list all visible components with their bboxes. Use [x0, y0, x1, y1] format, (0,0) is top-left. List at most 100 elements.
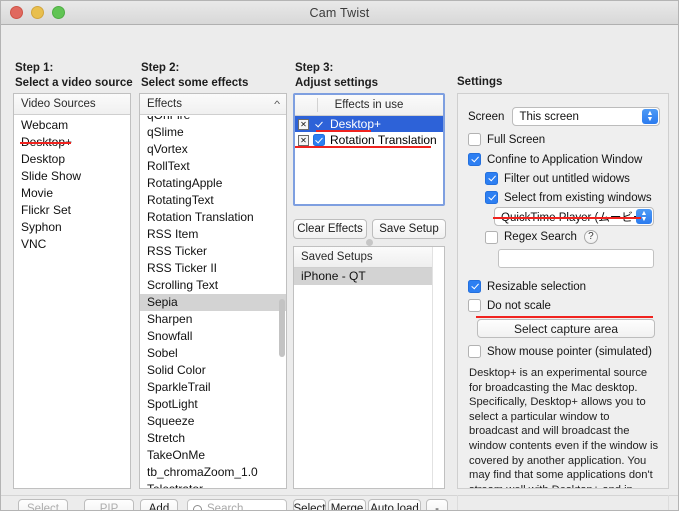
list-item[interactable]: RotatingText [140, 192, 286, 209]
saved-setups-list[interactable]: iPhone - QT [294, 268, 444, 285]
show-mouse-pointer-checkbox[interactable] [468, 345, 481, 358]
video-sources-list[interactable]: WebcamDesktop+DesktopSlide ShowMovieFlic… [14, 115, 130, 253]
list-item-label: qVortex [147, 142, 188, 156]
show-mouse-pointer-row[interactable]: Show mouse pointer (simulated) [468, 345, 652, 358]
list-item-label: SparkleTrail [147, 380, 211, 394]
list-item[interactable]: Stretch [140, 430, 286, 447]
list-item[interactable]: Syphon [14, 219, 130, 236]
confine-to-window-row[interactable]: Confine to Application Window [468, 153, 642, 166]
list-item[interactable]: qOnFire [140, 116, 286, 124]
select-capture-area-label: Select capture area [513, 321, 619, 336]
list-item[interactable]: tb_chromaZoom_1.0 [140, 464, 286, 481]
list-item[interactable]: RotatingApple [140, 175, 286, 192]
search-input[interactable]: Search [207, 503, 243, 510]
add-effect-button[interactable]: Add [140, 499, 178, 510]
list-item-label: Scrolling Text [147, 278, 219, 292]
list-item[interactable]: Squeeze [140, 413, 286, 430]
full-screen-row[interactable]: Full Screen [468, 133, 545, 146]
remove-effect-icon[interactable]: ✕ [298, 118, 309, 130]
list-item[interactable]: RSS Item [140, 226, 286, 243]
do-not-scale-checkbox[interactable] [468, 299, 481, 312]
list-item-label: Stretch [147, 431, 186, 445]
save-setup-label: Save Setup [379, 223, 439, 235]
list-item-label: TakeOnMe [147, 448, 206, 462]
list-item-label: Solid Color [147, 363, 206, 377]
regex-search-input[interactable] [498, 249, 654, 268]
rotation-translation-row-underline [295, 146, 431, 148]
do-not-scale-row[interactable]: Do not scale [468, 299, 551, 312]
list-item[interactable]: Sobel [140, 345, 286, 362]
resizable-selection-checkbox[interactable] [468, 280, 481, 293]
merge-button[interactable]: Merge [328, 499, 366, 510]
select-existing-row[interactable]: Select from existing windows [485, 191, 652, 204]
list-item[interactable]: SpotLight [140, 396, 286, 413]
splitter-handle[interactable] [366, 239, 373, 246]
list-item[interactable]: RSS Ticker [140, 243, 286, 260]
help-icon[interactable]: ? [583, 230, 598, 244]
saved-setups-scroll-gutter[interactable] [432, 247, 444, 488]
effect-enabled-checkbox[interactable] [313, 134, 325, 146]
list-item[interactable]: Snowfall [140, 328, 286, 345]
regex-search-row[interactable]: Regex Search ? [485, 230, 598, 244]
screen-select[interactable]: This screen ▲ ▼ [512, 107, 660, 126]
screen-select-value: This screen [519, 110, 579, 123]
search-field[interactable]: Search [187, 499, 287, 510]
filter-untitled-row[interactable]: Filter out untitled widows [485, 172, 630, 185]
list-item[interactable]: SparkleTrail [140, 379, 286, 396]
list-item[interactable]: Slide Show [14, 168, 130, 185]
save-setup-button[interactable]: Save Setup [372, 219, 446, 239]
list-item[interactable]: Desktop [14, 151, 130, 168]
regex-search-checkbox[interactable] [485, 230, 498, 244]
list-item[interactable]: Movie [14, 185, 130, 202]
auto-load-button[interactable]: Auto load [368, 499, 421, 510]
effects-in-use-list[interactable]: ✕ Desktop+ ✕ Rotation Translation [295, 116, 443, 148]
list-item[interactable]: Sepia [140, 294, 286, 311]
list-item[interactable]: Rotation Translation [140, 209, 286, 226]
effects-scroll-area[interactable]: qOnFire qSlime qVortex RollText RotatingAppl… [140, 116, 286, 488]
effects-scrollbar-thumb[interactable] [279, 299, 285, 357]
step-3-label: Step 3: Adjust settings [295, 62, 379, 89]
pip-label: PIP [99, 503, 119, 511]
list-item-label: qOnFire [147, 116, 190, 122]
clear-effects-button[interactable]: Clear Effects [293, 219, 367, 239]
list-item-label: VNC [21, 237, 47, 251]
resizable-selection-row[interactable]: Resizable selection [468, 280, 586, 293]
effect-in-use-label: Rotation Translation [330, 133, 437, 147]
select-setup-button[interactable]: Select [293, 499, 326, 510]
list-item[interactable]: qSlime [140, 124, 286, 141]
list-item[interactable]: RSS Ticker II [140, 260, 286, 277]
select-existing-checkbox[interactable] [485, 191, 498, 204]
remove-setup-button[interactable]: - [426, 499, 448, 510]
confine-to-window-checkbox[interactable] [468, 153, 481, 166]
list-item[interactable]: Sharpen [140, 311, 286, 328]
list-item[interactable]: qVortex [140, 141, 286, 158]
list-item[interactable]: Flickr Set [14, 202, 130, 219]
camtwist-window: Cam Twist Step 1: Select a video source … [0, 0, 679, 511]
effects-scrollbar[interactable] [279, 116, 285, 487]
list-item[interactable]: TakeOnMe [140, 447, 286, 464]
list-item[interactable]: RollText [140, 158, 286, 175]
list-item[interactable]: Webcam [14, 117, 130, 134]
list-item-label: Snowfall [147, 329, 193, 343]
list-item[interactable]: VNC [14, 236, 130, 253]
list-item-label: Telestrator [147, 482, 203, 488]
header-divider [317, 98, 318, 112]
list-item-label: tb_chromaZoom_1.0 [147, 465, 258, 479]
window-title: Cam Twist [309, 5, 370, 20]
full-screen-checkbox[interactable] [468, 133, 481, 146]
select-source-button[interactable]: Select [18, 499, 68, 510]
effects-list[interactable]: qOnFire qSlime qVortex RollText RotatingAppl… [140, 116, 286, 488]
pip-button[interactable]: PIP [84, 499, 134, 511]
list-item[interactable]: iPhone - QT [294, 268, 444, 285]
list-item[interactable]: Solid Color [140, 362, 286, 379]
select-capture-area-button[interactable]: Select capture area [477, 319, 655, 338]
clear-effects-label: Clear Effects [297, 223, 363, 235]
list-item[interactable]: Telestrator [140, 481, 286, 488]
stepper-arrows-icon[interactable]: ▲ ▼ [642, 109, 658, 124]
list-item[interactable]: Scrolling Text [140, 277, 286, 294]
regex-search-label: Regex Search [504, 231, 577, 243]
remove-effect-icon[interactable]: ✕ [298, 134, 309, 146]
filter-untitled-checkbox[interactable] [485, 172, 498, 185]
effect-enabled-checkbox[interactable] [313, 118, 325, 130]
chevron-up-icon[interactable]: ^ [274, 99, 280, 109]
